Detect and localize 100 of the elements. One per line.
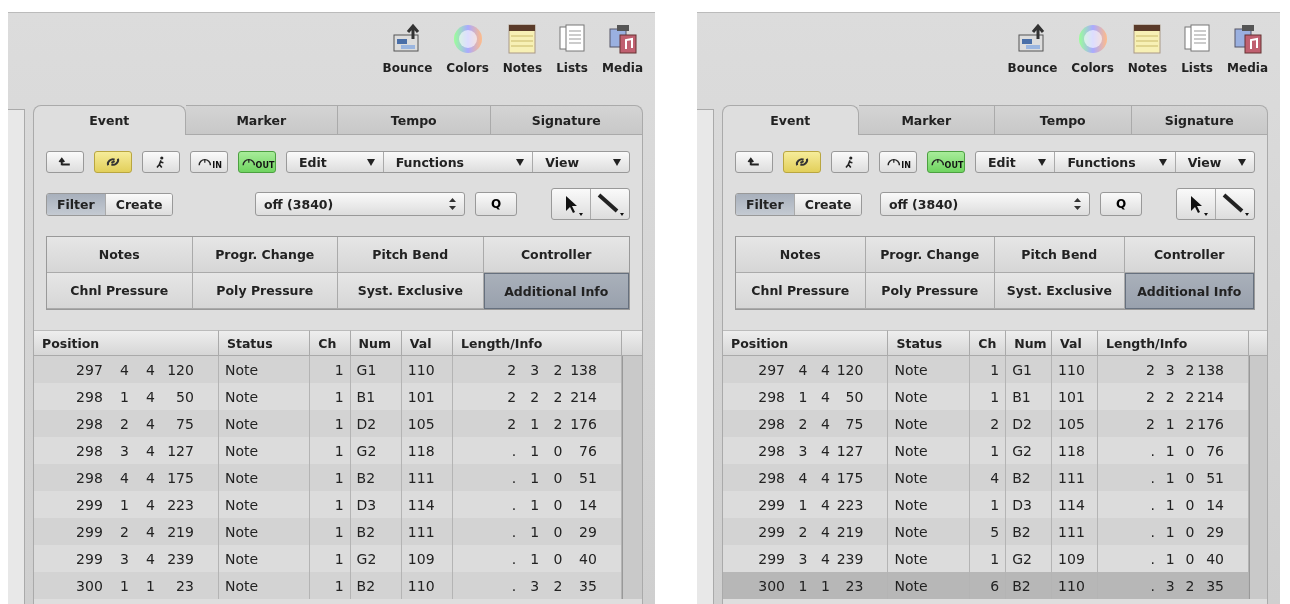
event-type-button[interactable]: Pitch Bend bbox=[338, 237, 484, 273]
menu-button[interactable]: View bbox=[1175, 152, 1254, 172]
tool-button[interactable]: OUT bbox=[238, 151, 276, 173]
status-cell: Note bbox=[888, 356, 971, 383]
event-type-button[interactable]: Chnl Pressure bbox=[736, 273, 866, 309]
colors-icon bbox=[451, 23, 484, 55]
menu-button[interactable]: Functions bbox=[1055, 152, 1176, 172]
column-header[interactable]: Status bbox=[888, 330, 971, 356]
event-type-button[interactable]: Notes bbox=[47, 237, 193, 273]
tool-button[interactable]: OUT bbox=[927, 151, 965, 173]
tab[interactable]: Event bbox=[722, 105, 859, 135]
channel-cell: 1 bbox=[310, 356, 351, 383]
channel-cell: 2 bbox=[970, 410, 1007, 437]
quantize-select[interactable]: off (3840) bbox=[255, 192, 465, 216]
length-cell: . 1 0 29 bbox=[1097, 518, 1249, 545]
column-header[interactable]: Val bbox=[401, 330, 454, 356]
tool-picker[interactable] bbox=[551, 188, 630, 220]
toolbar-button[interactable]: Lists bbox=[1181, 23, 1214, 75]
event-type-button[interactable]: Chnl Pressure bbox=[47, 273, 193, 309]
toolbar-button[interactable]: Notes bbox=[1127, 23, 1168, 75]
link-icon bbox=[794, 155, 810, 169]
event-type-button[interactable]: Syst. Exclusive bbox=[338, 273, 484, 309]
column-header[interactable]: Num bbox=[350, 330, 402, 356]
event-type-button[interactable]: Additional Info bbox=[483, 273, 629, 309]
toolbar-button[interactable]: Lists bbox=[556, 23, 589, 75]
tab[interactable]: Marker bbox=[858, 105, 995, 135]
mode-button[interactable]: Create bbox=[105, 193, 173, 215]
column-header[interactable]: Ch bbox=[310, 330, 351, 356]
channel-cell: 4 bbox=[970, 464, 1007, 491]
media-icon bbox=[606, 23, 639, 55]
tool-button[interactable] bbox=[142, 151, 180, 173]
tab[interactable]: Signature bbox=[1131, 105, 1268, 135]
column-header[interactable]: Num bbox=[1006, 330, 1053, 356]
velocity-cell: 110 bbox=[401, 356, 454, 383]
column-header[interactable]: Length/Info bbox=[1097, 330, 1249, 356]
toolbar-button[interactable]: Bounce bbox=[1007, 23, 1058, 75]
caret-icon bbox=[613, 158, 621, 166]
column-header[interactable]: Status bbox=[218, 330, 311, 356]
event-type-button[interactable]: Controller bbox=[483, 237, 629, 273]
stepper-icon bbox=[449, 198, 456, 210]
caret-icon bbox=[1238, 158, 1246, 166]
menu-button[interactable]: Edit bbox=[287, 152, 384, 172]
status-cell: Note bbox=[218, 518, 311, 545]
column-header[interactable]: Position bbox=[723, 330, 889, 356]
column-header[interactable]: Val bbox=[1052, 330, 1098, 356]
menu-button[interactable]: Functions bbox=[383, 152, 534, 172]
length-cell: . 3 2 35 bbox=[453, 572, 622, 599]
tool-button[interactable] bbox=[783, 151, 821, 173]
tab[interactable]: Event bbox=[33, 105, 186, 135]
tool-button[interactable] bbox=[735, 151, 773, 173]
event-type-button[interactable]: Poly Pressure bbox=[865, 273, 995, 309]
event-type-button[interactable]: Pitch Bend bbox=[995, 237, 1125, 273]
menu-button[interactable]: View bbox=[533, 152, 629, 172]
event-type-button[interactable]: Notes bbox=[736, 237, 866, 273]
caret-icon bbox=[1158, 158, 1167, 166]
tool-button[interactable] bbox=[94, 151, 132, 173]
channel-cell: 1 bbox=[310, 518, 351, 545]
note-cell: B2 bbox=[350, 464, 402, 491]
tool-button[interactable] bbox=[46, 151, 84, 173]
note-cell: G1 bbox=[1006, 356, 1053, 383]
event-type-button[interactable]: Poly Pressure bbox=[192, 273, 338, 309]
column-header[interactable]: Ch bbox=[970, 330, 1007, 356]
status-cell: Note bbox=[218, 572, 311, 599]
quantize-button[interactable]: Q bbox=[475, 192, 517, 216]
tool-button[interactable]: IN bbox=[190, 151, 228, 173]
quantize-button[interactable]: Q bbox=[1100, 192, 1142, 216]
menu-button[interactable]: Edit bbox=[976, 152, 1056, 172]
event-type-button[interactable]: Progr. Change bbox=[865, 237, 995, 273]
event-type-button[interactable]: Additional Info bbox=[1124, 273, 1254, 309]
channel-cell: 1 bbox=[310, 464, 351, 491]
toolbar-button[interactable]: Media bbox=[602, 23, 643, 75]
toolbar-button[interactable]: Colors bbox=[1071, 23, 1114, 75]
column-header[interactable]: Length/Info bbox=[453, 330, 622, 356]
tab[interactable]: Tempo bbox=[995, 105, 1132, 135]
tool-button[interactable] bbox=[831, 151, 869, 173]
toolbar-button[interactable]: Notes bbox=[502, 23, 543, 75]
toolbar-button[interactable]: Bounce bbox=[382, 23, 433, 75]
tab[interactable]: Marker bbox=[185, 105, 338, 135]
position-cell: 298 4 4 175 bbox=[723, 464, 889, 491]
mode-button[interactable]: Filter bbox=[736, 193, 795, 215]
channel-cell: 5 bbox=[970, 518, 1007, 545]
event-type-button[interactable]: Progr. Change bbox=[192, 237, 338, 273]
velocity-cell: 110 bbox=[1052, 356, 1098, 383]
quantize-select[interactable]: off (3840) bbox=[880, 192, 1090, 216]
mode-button[interactable]: Create bbox=[794, 193, 862, 215]
status-cell: Note bbox=[888, 518, 971, 545]
note-cell: G1 bbox=[350, 356, 402, 383]
column-header[interactable]: Position bbox=[34, 330, 219, 356]
velocity-cell: 105 bbox=[401, 410, 454, 437]
tab[interactable]: Tempo bbox=[338, 105, 491, 135]
event-type-button[interactable]: Syst. Exclusive bbox=[995, 273, 1125, 309]
tab[interactable]: Signature bbox=[490, 105, 643, 135]
tool-picker[interactable] bbox=[1176, 188, 1255, 220]
event-type-button[interactable]: Controller bbox=[1124, 237, 1254, 273]
note-cell: B2 bbox=[1006, 572, 1053, 599]
tool-button[interactable]: IN bbox=[879, 151, 917, 173]
channel-cell: 1 bbox=[970, 356, 1007, 383]
toolbar-button[interactable]: Media bbox=[1227, 23, 1268, 75]
toolbar-button[interactable]: Colors bbox=[446, 23, 489, 75]
mode-button[interactable]: Filter bbox=[47, 193, 106, 215]
